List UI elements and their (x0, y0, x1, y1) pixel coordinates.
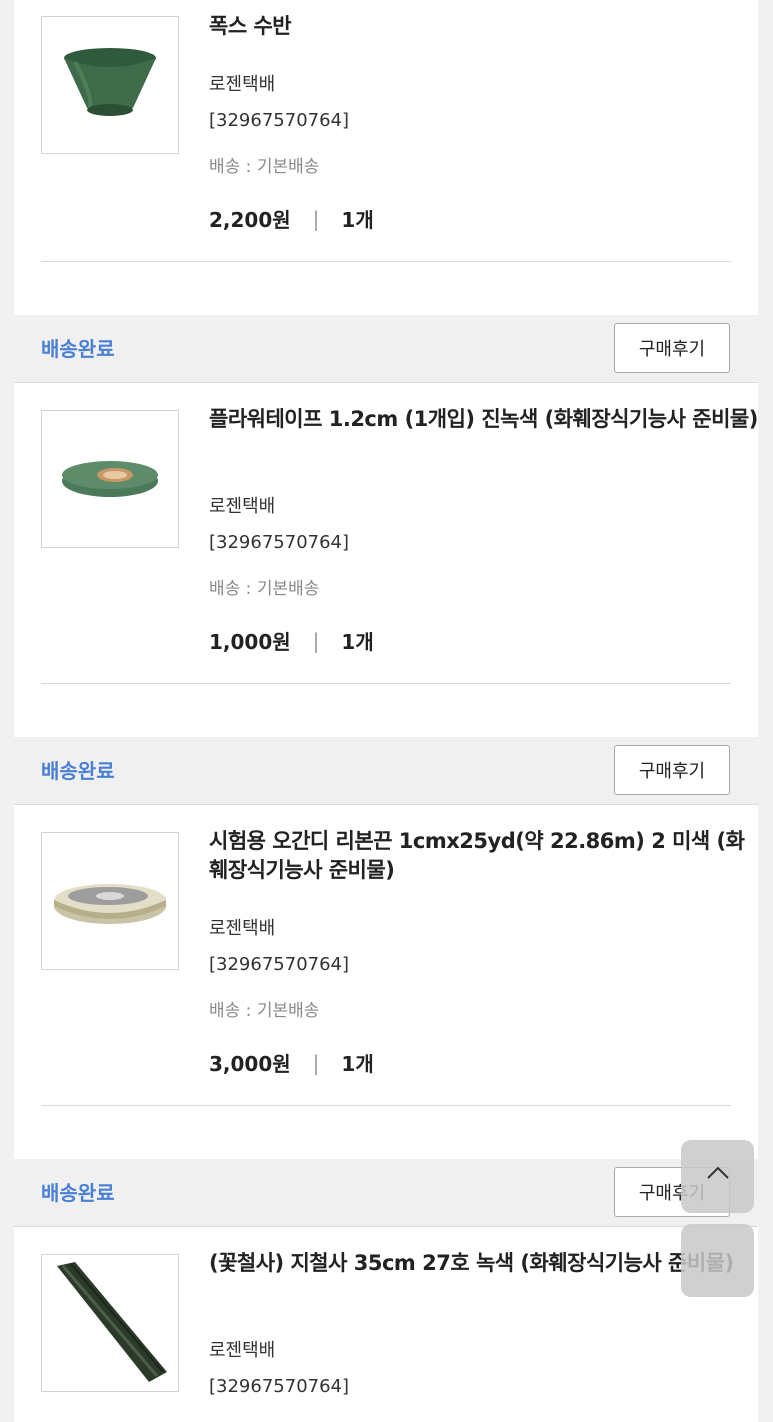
product-title[interactable]: 플라워테이프 1.2cm (1개입) 진녹색 (화훼장식기능사 준비물) (209, 405, 759, 434)
tape-image (62, 461, 158, 497)
delivery-status: 배송완료 (41, 337, 115, 361)
price-quantity: 2,200원 | 1개 (209, 204, 374, 233)
price: 1,000원 (209, 630, 291, 654)
vase-image (64, 48, 156, 116)
product-title[interactable]: 폭스 수반 (209, 12, 759, 41)
product-image[interactable] (41, 832, 179, 970)
price-quantity: 1,000원 | 1개 (209, 626, 374, 655)
tracking-number[interactable]: [32967570764] (209, 110, 349, 131)
delivery-status: 배송완료 (41, 759, 115, 783)
price-quantity: 3,000원 | 1개 (209, 1048, 374, 1077)
product-image[interactable] (41, 16, 179, 154)
delivery-status-bar: 배송완료 구매후기 (14, 1159, 758, 1227)
delivery-status-bar: 배송완료 구매후기 (14, 315, 758, 383)
courier-name: 로젠택배 (209, 74, 276, 95)
separator: | (312, 206, 320, 231)
quantity: 1개 (341, 1052, 374, 1076)
tracking-number[interactable]: [32967570764] (209, 954, 349, 975)
courier-name: 로젠택배 (209, 496, 276, 517)
order-list: 폭스 수반 로젠택배 [32967570764] 배송 : 기본배송 2,200… (14, 0, 758, 1422)
delivery-status: 배송완료 (41, 1181, 115, 1205)
courier-name: 로젠택배 (209, 1340, 276, 1361)
product-image[interactable] (41, 1254, 179, 1392)
product-image[interactable] (41, 410, 179, 548)
review-button[interactable]: 구매후기 (614, 745, 730, 795)
tracking-number[interactable]: [32967570764] (209, 532, 349, 553)
price: 3,000원 (209, 1052, 291, 1076)
divider (41, 261, 731, 262)
chevron-up-icon (707, 1166, 729, 1179)
price: 2,200원 (209, 208, 291, 232)
shipping-method: 배송 : 기본배송 (209, 579, 320, 599)
scroll-top-button[interactable] (681, 1140, 754, 1213)
ribbon-image (54, 884, 166, 924)
product-title[interactable]: (꽃철사) 지철사 35cm 27호 녹색 (화훼장식기능사 준비물) (209, 1249, 759, 1278)
tracking-number[interactable]: [32967570764] (209, 1376, 349, 1397)
review-button[interactable]: 구매후기 (614, 323, 730, 373)
separator: | (312, 628, 320, 653)
divider (41, 683, 731, 684)
shipping-method: 배송 : 기본배송 (209, 1001, 320, 1021)
courier-name: 로젠택배 (209, 918, 276, 939)
scroll-bottom-button[interactable] (681, 1224, 754, 1297)
shipping-method: 배송 : 기본배송 (209, 157, 320, 177)
delivery-status-bar: 배송완료 구매후기 (14, 737, 758, 805)
quantity: 1개 (341, 208, 374, 232)
wire-image (57, 1262, 167, 1382)
product-title[interactable]: 시험용 오간디 리본끈 1cmx25yd(약 22.86m) 2 미색 (화훼장… (209, 827, 759, 885)
separator: | (312, 1050, 320, 1075)
divider (41, 1105, 731, 1106)
quantity: 1개 (341, 630, 374, 654)
